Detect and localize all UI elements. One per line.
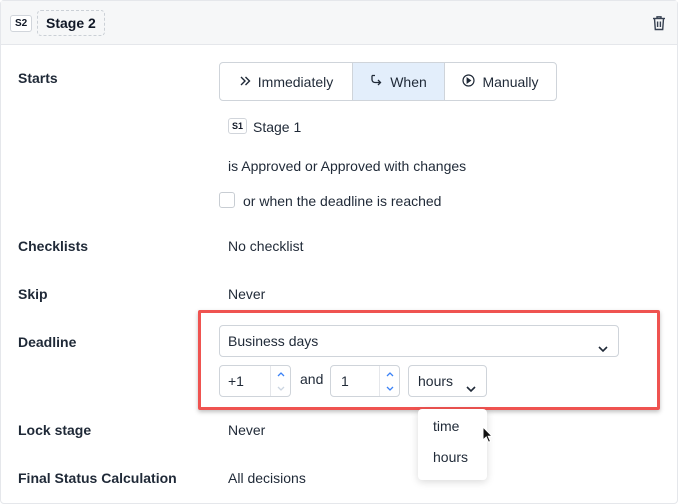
stepper-up-icon[interactable]: [271, 366, 290, 381]
chevron-down-icon: [597, 335, 609, 365]
deadline-amount-value: 1: [341, 373, 349, 389]
lock-stage-label: Lock stage: [18, 422, 92, 438]
stepper-down-icon[interactable]: [271, 381, 290, 396]
trigger-stage-badge: S1: [228, 118, 248, 134]
play-circle-icon: [462, 73, 476, 90]
stage-title-input[interactable]: Stage 2: [37, 10, 105, 36]
checklists-value[interactable]: No checklist: [228, 238, 303, 254]
lock-stage-value[interactable]: Never: [228, 422, 265, 438]
trash-icon[interactable]: [649, 13, 669, 33]
branch-icon: [370, 74, 383, 90]
stage-header: S2 Stage 2: [1, 1, 677, 45]
skip-value[interactable]: Never: [228, 286, 265, 302]
deadline-label: Deadline: [18, 334, 77, 350]
starts-immediately-label: Immediately: [257, 73, 334, 90]
deadline-type-value: Business days: [228, 333, 319, 349]
unit-dropdown-menu: time hours: [418, 409, 487, 480]
amount-stepper-arrows: [379, 366, 399, 396]
skip-label: Skip: [18, 286, 48, 302]
starts-label: Starts: [18, 70, 58, 86]
starts-when-button[interactable]: When: [353, 63, 445, 100]
stage-badge: S2: [10, 15, 33, 32]
deadline-unit-select[interactable]: hours: [408, 365, 487, 397]
trigger-stage-name: Stage 1: [253, 119, 302, 135]
deadline-days-stepper[interactable]: +1: [219, 365, 291, 397]
stage-card: S2 Stage 2 Starts Immediately When Manua…: [0, 0, 678, 504]
mouse-cursor-icon: [482, 425, 494, 449]
deadline-type-select[interactable]: Business days: [219, 325, 619, 357]
checklists-label: Checklists: [18, 238, 89, 254]
unit-option-time[interactable]: time: [433, 418, 459, 434]
double-chevron-right-icon: [239, 74, 251, 90]
starts-immediately-button[interactable]: Immediately: [220, 63, 353, 100]
and-label: and: [300, 371, 324, 387]
chevron-down-icon: [465, 375, 477, 405]
final-status-label: Final Status Calculation: [18, 470, 177, 486]
starts-manually-button[interactable]: Manually: [445, 63, 556, 100]
deadline-amount-stepper[interactable]: 1: [330, 365, 400, 397]
days-stepper-arrows: [270, 366, 290, 396]
final-status-value[interactable]: All decisions: [228, 470, 306, 486]
deadline-reached-checkbox[interactable]: [219, 192, 235, 208]
starts-when-label: When: [390, 73, 427, 90]
unit-option-hours[interactable]: hours: [433, 449, 468, 465]
trigger-condition: is Approved or Approved with changes: [228, 158, 467, 174]
deadline-reached-label: or when the deadline is reached: [243, 193, 442, 209]
deadline-days-value: +1: [228, 373, 244, 389]
starts-segmented-control: Immediately When Manually: [219, 62, 557, 101]
starts-manually-label: Manually: [482, 73, 539, 90]
deadline-unit-value: hours: [418, 373, 454, 389]
stepper-down-icon[interactable]: [380, 381, 399, 396]
stepper-up-icon[interactable]: [380, 366, 399, 381]
